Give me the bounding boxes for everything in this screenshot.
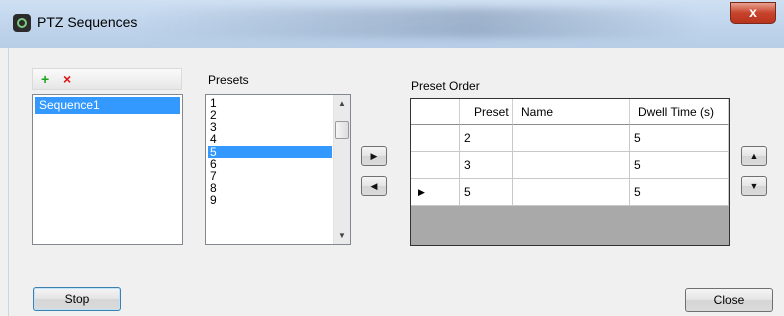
presets-list[interactable]: 1 2 3 4 5 6 7 8 9 ▲ ▼ [205, 94, 351, 245]
title-bar[interactable]: PTZ Sequences x [0, 0, 784, 48]
presets-scrollbar[interactable]: ▲ ▼ [333, 95, 350, 244]
preset-item[interactable]: 8 [208, 182, 332, 194]
move-down-button[interactable]: ▼ [741, 176, 767, 196]
column-header-name[interactable]: Name [513, 99, 630, 125]
cell-name[interactable] [513, 179, 630, 206]
ptz-sequences-window: PTZ Sequences x + × Sequence1 Presets 1 … [0, 0, 784, 316]
row-header[interactable] [411, 125, 460, 152]
table-row[interactable]: ▶ 5 5 [411, 179, 729, 206]
window-close-button[interactable]: x [730, 2, 776, 24]
remove-from-order-button[interactable]: ◀ [361, 176, 387, 196]
cell-preset[interactable]: 2 [460, 125, 513, 152]
cell-preset[interactable]: 5 [460, 179, 513, 206]
left-arrow-icon: ◀ [370, 181, 378, 191]
presets-label: Presets [208, 73, 249, 87]
cell-name[interactable] [513, 152, 630, 179]
add-sequence-icon[interactable]: + [41, 71, 49, 87]
grid-header: Preset Name Dwell Time (s) [411, 99, 729, 126]
table-row[interactable]: 2 5 [411, 125, 729, 152]
preset-item-selected[interactable]: 5 [208, 146, 332, 158]
sequence-toolbar: + × [32, 68, 182, 90]
delete-sequence-icon[interactable]: × [63, 71, 71, 87]
window-title: PTZ Sequences [37, 14, 138, 30]
preset-item[interactable]: 3 [208, 121, 332, 133]
preset-order-label: Preset Order [411, 79, 480, 93]
column-header-preset[interactable]: Preset [460, 99, 513, 125]
preset-item[interactable]: 4 [208, 133, 332, 145]
preset-item[interactable]: 7 [208, 170, 332, 182]
row-header-corner [411, 99, 460, 125]
row-header[interactable] [411, 152, 460, 179]
sequence-item[interactable]: Sequence1 [35, 97, 180, 114]
preset-item[interactable]: 9 [208, 194, 332, 206]
cell-dwell-time[interactable]: 5 [630, 125, 729, 152]
preset-order-grid[interactable]: Preset Name Dwell Time (s) 2 5 3 5 ▶ 5 5 [410, 98, 730, 246]
preset-item[interactable]: 2 [208, 109, 332, 121]
cell-dwell-time[interactable]: 5 [630, 179, 729, 206]
scroll-thumb[interactable] [335, 121, 349, 139]
preset-item[interactable]: 1 [208, 97, 332, 109]
table-row[interactable]: 3 5 [411, 152, 729, 179]
close-button[interactable]: Close [685, 288, 773, 312]
cell-dwell-time[interactable]: 5 [630, 152, 729, 179]
column-header-dwell-time[interactable]: Dwell Time (s) [630, 99, 729, 125]
right-arrow-icon: ▶ [370, 151, 378, 161]
scroll-down-arrow-icon[interactable]: ▼ [334, 227, 350, 244]
sequence-list[interactable]: Sequence1 [32, 94, 183, 245]
row-header[interactable]: ▶ [411, 179, 460, 206]
cell-preset[interactable]: 3 [460, 152, 513, 179]
scroll-up-arrow-icon[interactable]: ▲ [334, 95, 350, 112]
add-to-order-button[interactable]: ▶ [361, 146, 387, 166]
current-row-indicator-icon: ▶ [418, 187, 425, 197]
preset-item[interactable]: 6 [208, 158, 332, 170]
cell-name[interactable] [513, 125, 630, 152]
down-arrow-icon: ▼ [749, 181, 759, 191]
stop-button[interactable]: Stop [33, 287, 121, 311]
up-arrow-icon: ▲ [749, 151, 759, 161]
move-up-button[interactable]: ▲ [741, 146, 767, 166]
app-icon [13, 14, 31, 32]
